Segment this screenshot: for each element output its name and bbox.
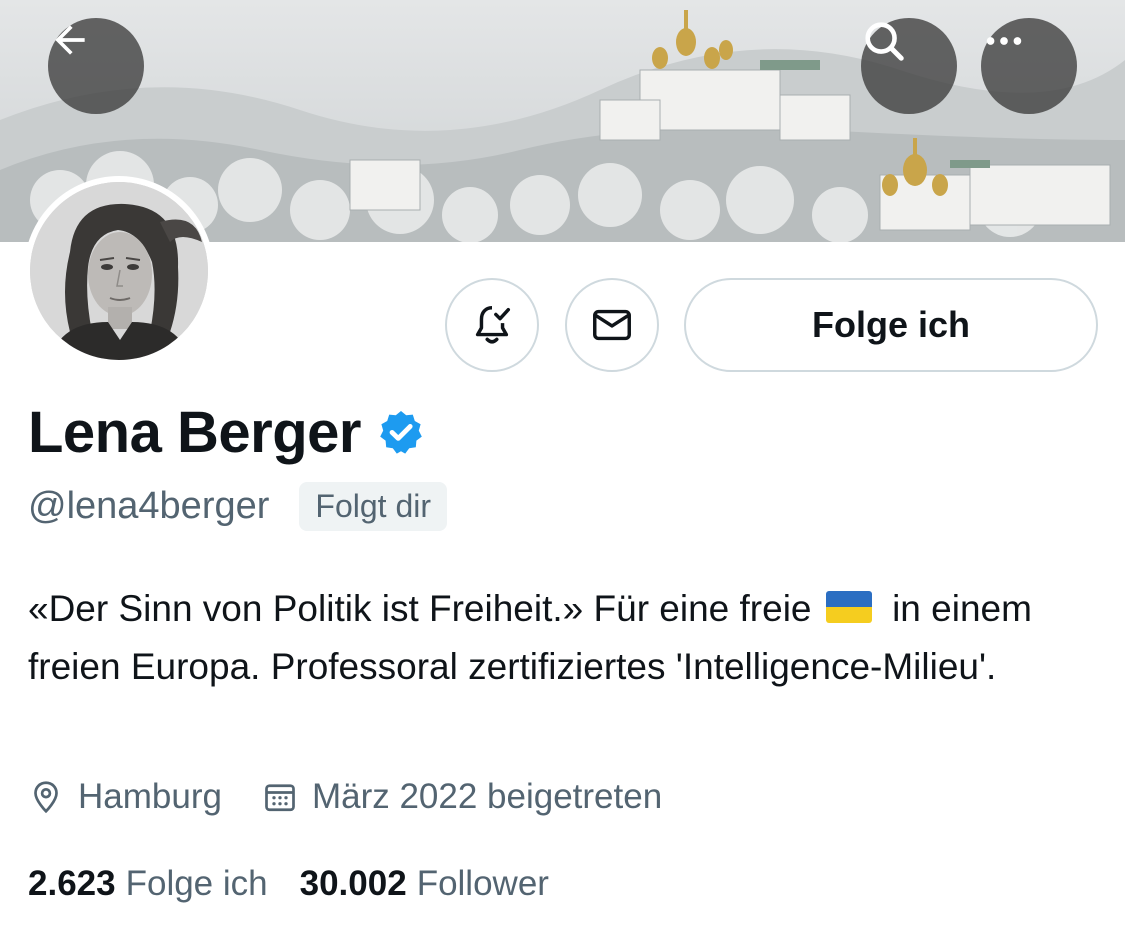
arrow-left-icon (55, 25, 85, 55)
bio-text-part1: «Der Sinn von Politik ist Freiheit.» Für… (28, 588, 812, 629)
avatar-image (30, 182, 208, 360)
envelope-icon (593, 309, 631, 341)
notification-toggle-button[interactable] (445, 278, 539, 372)
ukraine-flag-icon (825, 591, 872, 623)
back-button[interactable] (48, 18, 144, 114)
avatar[interactable] (24, 176, 214, 366)
following-stat-link[interactable]: 2.623 Folge ich (28, 864, 268, 904)
followers-label: Follower (416, 864, 549, 903)
location-item: Hamburg (28, 777, 222, 817)
following-label: Folge ich (125, 864, 268, 903)
location-pin-icon (34, 781, 58, 814)
display-name: Lena Berger (28, 399, 361, 465)
profile-name-row: Lena Berger (28, 396, 425, 468)
profile-meta: Hamburg März 2022 beigetreten (28, 772, 662, 822)
message-button[interactable] (565, 278, 659, 372)
calendar-icon (265, 784, 295, 812)
bell-check-icon (475, 306, 511, 344)
following-button[interactable]: Folge ich (684, 278, 1098, 372)
handle-row: @lena4berger Folgt dir (28, 480, 447, 532)
follows-you-badge: Folgt dir (299, 481, 447, 531)
more-options-button[interactable] (981, 18, 1077, 114)
followers-count: 30.002 (299, 864, 407, 903)
ellipsis-icon (986, 37, 1022, 45)
search-button[interactable] (861, 18, 957, 114)
search-icon (865, 22, 904, 61)
location-text: Hamburg (78, 777, 222, 816)
profile-stats: 2.623 Folge ich 30.002 Follower (28, 858, 549, 910)
verified-badge-icon[interactable] (377, 408, 425, 456)
profile-bio: «Der Sinn von Politik ist Freiheit.» Für… (28, 580, 1088, 696)
following-count: 2.623 (28, 864, 116, 903)
joined-text: März 2022 beigetreten (311, 777, 663, 816)
user-handle: @lena4berger (28, 484, 270, 527)
joined-item: März 2022 beigetreten (262, 777, 662, 817)
followers-stat-link[interactable]: 30.002 Follower (300, 864, 549, 904)
